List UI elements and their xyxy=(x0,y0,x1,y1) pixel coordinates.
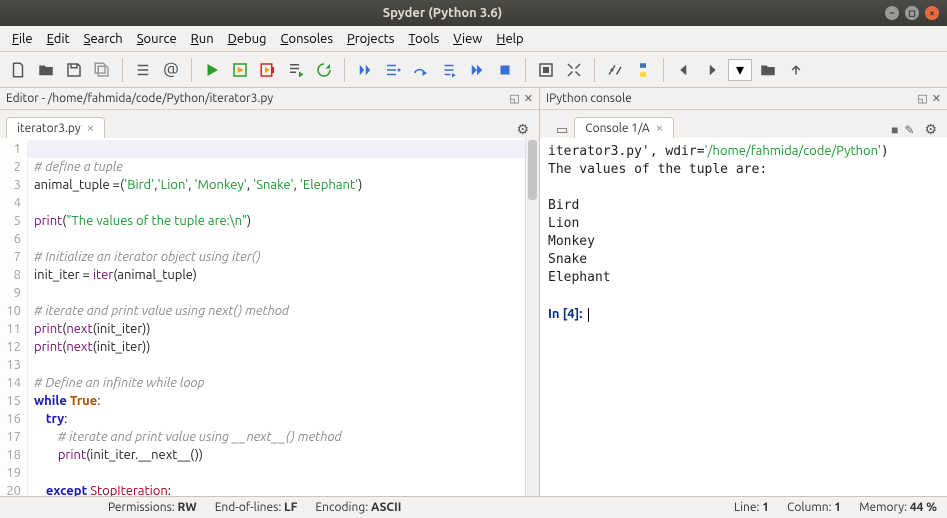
new-file-icon[interactable] xyxy=(6,58,30,82)
window-minimize-button[interactable]: – xyxy=(885,6,899,20)
menu-tools[interactable]: Tools xyxy=(402,30,445,48)
menu-consoles[interactable]: Consoles xyxy=(275,30,339,48)
menu-edit[interactable]: Edit xyxy=(41,30,76,48)
menu-bar: FileEditSearchSourceRunDebugConsolesProj… xyxy=(0,26,947,52)
close-tab-icon[interactable]: × xyxy=(87,121,94,135)
status-bar: Permissions: RW End-of-lines: LF Encodin… xyxy=(0,496,947,518)
editor-tab[interactable]: iterator3.py × xyxy=(6,117,105,138)
debug-out-icon[interactable] xyxy=(437,58,461,82)
debug-step-icon[interactable] xyxy=(353,58,377,82)
list-icon[interactable] xyxy=(131,58,155,82)
parent-dir-icon[interactable] xyxy=(784,58,808,82)
menu-debug[interactable]: Debug xyxy=(222,30,273,48)
editor-scrollbar[interactable] xyxy=(525,138,539,496)
console-pane-title: IPython console xyxy=(546,92,917,105)
console-tab[interactable]: Console 1/A × xyxy=(574,117,674,138)
status-eol: End-of-lines: LF xyxy=(215,501,298,514)
python-icon[interactable] xyxy=(631,58,655,82)
back-icon[interactable] xyxy=(672,58,696,82)
menu-source[interactable]: Source xyxy=(131,30,183,48)
console-stop-icon[interactable]: ■ xyxy=(891,123,898,137)
status-memory: Memory: 44 % xyxy=(859,501,937,514)
console-edit-icon[interactable]: ✎ xyxy=(904,123,914,137)
run-cell-icon[interactable] xyxy=(228,58,252,82)
menu-search[interactable]: Search xyxy=(78,30,129,48)
line-gutter: 12345678910111213141516171819202122 xyxy=(0,138,28,496)
editor-pane-title: Editor - /home/fahmida/code/Python/itera… xyxy=(6,92,509,105)
editor-tab-options-icon[interactable]: ⚙ xyxy=(512,121,533,138)
menu-run[interactable]: Run xyxy=(185,30,220,48)
forward-icon[interactable] xyxy=(700,58,724,82)
pane-close-icon[interactable]: ✕ xyxy=(524,92,533,105)
menu-projects[interactable]: Projects xyxy=(341,30,400,48)
maximize-pane-icon[interactable] xyxy=(534,58,558,82)
menu-view[interactable]: View xyxy=(447,30,488,48)
pane-options-icon[interactable]: ◱ xyxy=(509,92,519,105)
run-cell-advance-icon[interactable] xyxy=(256,58,280,82)
status-permissions: Permissions: RW xyxy=(108,501,197,514)
run-selection-icon[interactable] xyxy=(284,58,308,82)
preferences-icon[interactable] xyxy=(603,58,627,82)
pane-close-icon[interactable]: ✕ xyxy=(932,92,941,105)
window-maximize-button[interactable]: ◻ xyxy=(905,6,919,20)
menu-help[interactable]: Help xyxy=(490,30,529,48)
window-title: Spyder (Python 3.6) xyxy=(0,6,885,20)
status-column: Column: 1 xyxy=(787,501,841,514)
editor-pane: Editor - /home/fahmida/code/Python/itera… xyxy=(0,88,540,496)
status-line: Line: 1 xyxy=(734,501,769,514)
main-toolbar: @ ▾ xyxy=(0,52,947,88)
console-options-icon[interactable]: ⚙ xyxy=(920,121,941,138)
fullscreen-icon[interactable] xyxy=(562,58,586,82)
debug-stop-icon[interactable] xyxy=(493,58,517,82)
status-encoding: Encoding: ASCII xyxy=(315,501,401,514)
open-file-icon[interactable] xyxy=(34,58,58,82)
debug-continue-icon[interactable] xyxy=(465,58,489,82)
window-close-button[interactable]: × xyxy=(925,6,939,20)
close-tab-icon[interactable]: × xyxy=(656,121,663,135)
debug-over-icon[interactable] xyxy=(409,58,433,82)
save-all-icon[interactable] xyxy=(90,58,114,82)
console-output[interactable]: iterator3.py', wdir='/home/fahmida/code/… xyxy=(540,138,947,496)
editor-tab-label: iterator3.py xyxy=(17,122,81,135)
run-icon[interactable] xyxy=(200,58,224,82)
pane-options-icon[interactable]: ◱ xyxy=(917,92,927,105)
at-icon[interactable]: @ xyxy=(159,58,183,82)
code-editor[interactable]: 12345678910111213141516171819202122 # de… xyxy=(0,138,539,496)
debug-into-icon[interactable] xyxy=(381,58,405,82)
console-tab-label: Console 1/A xyxy=(585,122,649,135)
browse-tabs-icon[interactable]: ▭ xyxy=(552,123,572,138)
cwd-dropdown[interactable]: ▾ xyxy=(728,59,752,81)
save-icon[interactable] xyxy=(62,58,86,82)
window-titlebar: Spyder (Python 3.6) – ◻ × xyxy=(0,0,947,26)
browse-dir-icon[interactable] xyxy=(756,58,780,82)
rerun-icon[interactable] xyxy=(312,58,336,82)
menu-file[interactable]: File xyxy=(6,30,39,48)
console-pane: IPython console ◱ ✕ ▭ Console 1/A × ■ ✎ ⚙… xyxy=(540,88,947,496)
